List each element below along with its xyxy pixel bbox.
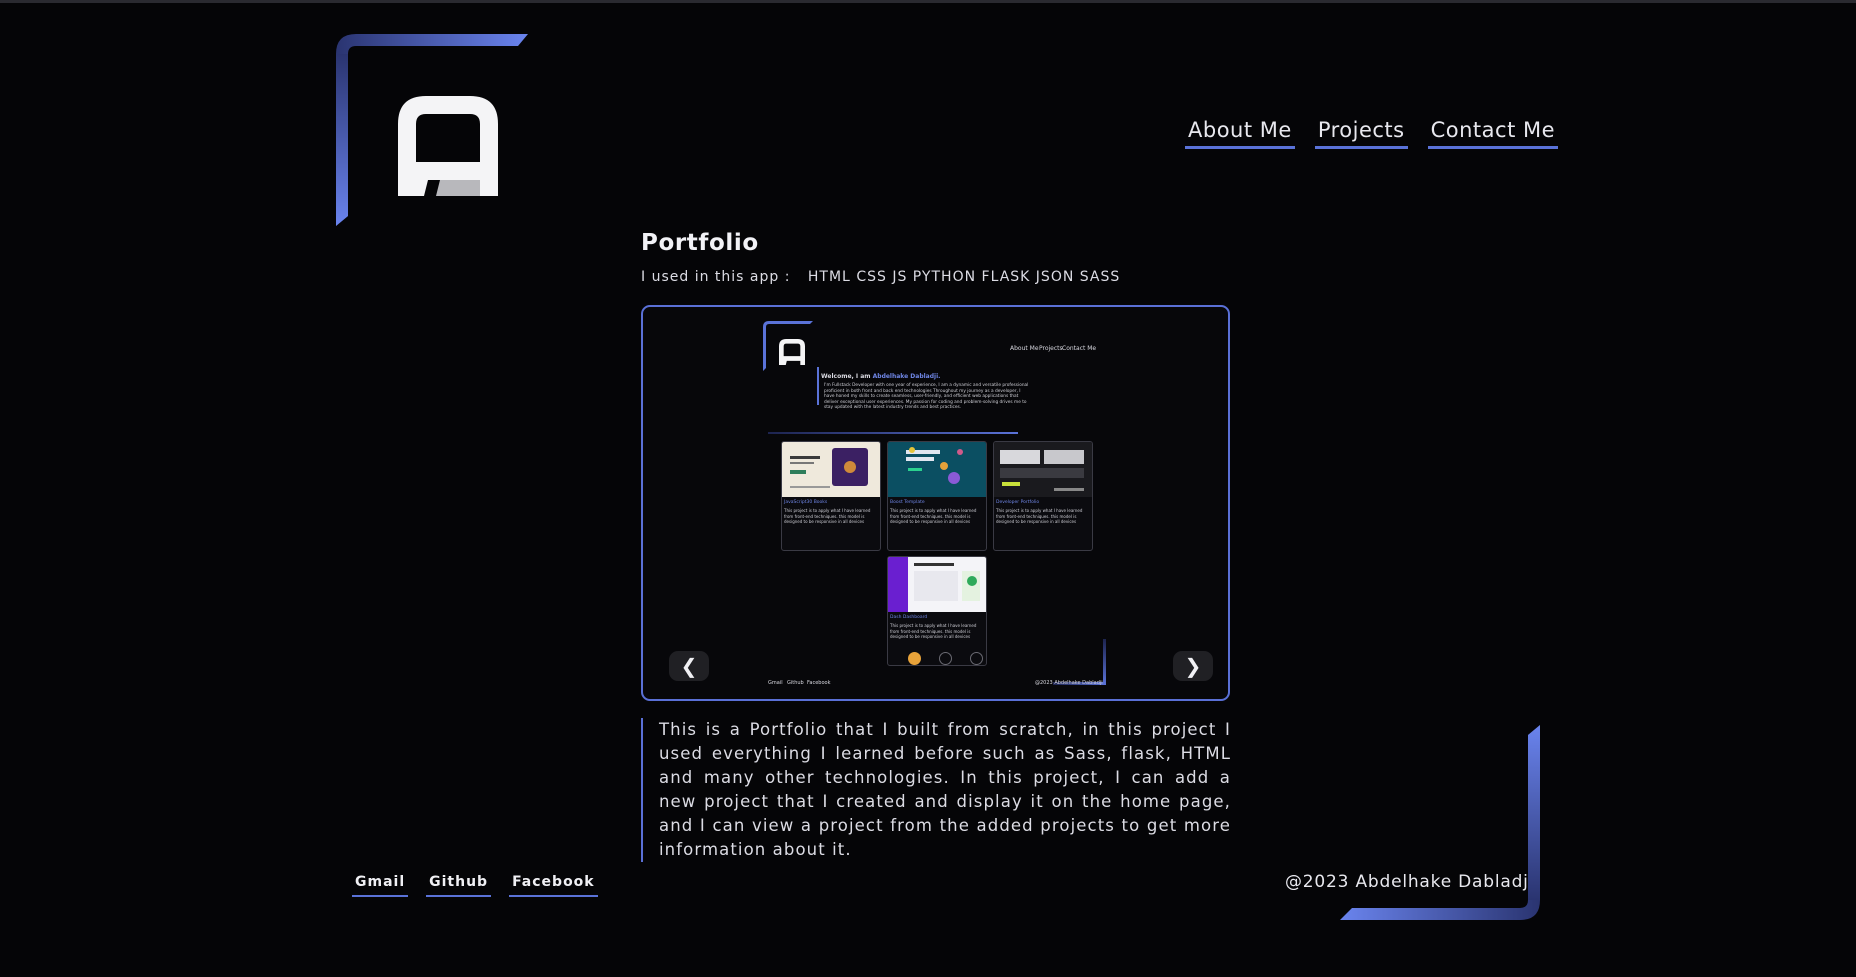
card-thumbnail <box>888 557 986 612</box>
nav-contact-me[interactable]: Contact Me <box>1427 118 1559 149</box>
tech-item: CSS <box>856 269 887 285</box>
card-title: Dash Dashboard <box>890 615 928 620</box>
preview-copyright: @2023 Abdelhake Dabladji <box>1035 680 1103 686</box>
carousel-dot[interactable] <box>970 652 983 665</box>
tech-item: SASS <box>1079 269 1121 285</box>
top-border <box>0 0 1856 3</box>
footer-facebook-link[interactable]: Facebook <box>509 874 598 897</box>
project-header: Portfolio I used in this app : HTML CSS … <box>641 230 1231 285</box>
preview-intro: I'm Fullstack Developer with one year of… <box>824 383 1029 411</box>
frame-corner-bottom-right <box>1340 725 1540 920</box>
tech-list: HTML CSS JS PYTHON FLASK JSON SASS <box>808 269 1120 285</box>
tech-item: JSON <box>1035 269 1075 285</box>
card-desc: This project is to apply what I have lea… <box>890 623 977 639</box>
preview-welcome-name: Abdelhake Dabladji. <box>872 373 941 380</box>
logo-icon[interactable] <box>398 96 498 196</box>
preview-footer-gmail: Gmail <box>768 680 783 686</box>
used-label: I used in this app : <box>641 269 791 285</box>
tech-line: I used in this app : HTML CSS JS PYTHON … <box>641 269 1231 285</box>
carousel-prev-button[interactable]: ❮ <box>669 651 709 681</box>
nav-projects[interactable]: Projects <box>1314 118 1408 149</box>
preview-welcome-prefix: Welcome, I am <box>821 373 871 380</box>
card-thumbnail <box>782 442 880 497</box>
card-desc: This project is to apply what I have lea… <box>890 508 977 524</box>
preview-project-card: Boost Template This project is to apply … <box>887 441 987 551</box>
tech-item: PYTHON <box>912 269 977 285</box>
preview-nav-projects: Projects <box>1039 345 1063 352</box>
card-title: Developer Portfolio <box>996 500 1040 505</box>
card-title: JavaScript30 Books <box>784 500 828 505</box>
card-thumbnail <box>994 442 1092 497</box>
card-desc: This project is to apply what I have lea… <box>784 508 871 524</box>
preview-logo-icon <box>779 339 805 365</box>
main-nav: About Me Projects Contact Me <box>1185 118 1559 149</box>
tech-item: JS <box>892 269 908 285</box>
preview-divider <box>768 432 1018 434</box>
tech-item: FLASK <box>981 269 1031 285</box>
preview-intro-bar <box>817 367 819 405</box>
project-screenshot-carousel[interactable]: About Me Projects Contact Me Welcome, I … <box>641 305 1230 701</box>
footer-gmail-link[interactable]: Gmail <box>352 874 409 897</box>
project-description: This is a Portfolio that I built from sc… <box>641 718 1231 862</box>
preview-welcome: Welcome, I am Abdelhake Dabladji. <box>821 373 940 380</box>
preview-project-card: Developer Portfolio This project is to a… <box>993 441 1093 551</box>
card-thumbnail <box>888 442 986 497</box>
preview-footer-facebook: Facebook <box>807 680 831 686</box>
carousel-dot-active[interactable] <box>908 652 921 665</box>
preview-frame-corner-bottom <box>1103 639 1106 685</box>
project-title: Portfolio <box>641 230 759 256</box>
footer-links: Gmail Github Facebook <box>352 874 598 897</box>
preview-nav-contact: Contact Me <box>1062 345 1097 352</box>
preview-footer-github: Github <box>787 680 804 686</box>
tech-item: HTML <box>807 269 851 285</box>
nav-about-me[interactable]: About Me <box>1185 118 1295 149</box>
preview-project-card: Dash Dashboard This project is to apply … <box>887 556 987 666</box>
footer-github-link[interactable]: Github <box>426 874 492 897</box>
card-title: Boost Template <box>890 500 925 505</box>
preview-project-card: JavaScript30 Books This project is to ap… <box>781 441 881 551</box>
card-desc: This project is to apply what I have lea… <box>996 508 1083 524</box>
preview-nav-about: About Me <box>1010 345 1039 352</box>
carousel-next-button[interactable]: ❯ <box>1173 651 1213 681</box>
carousel-dot[interactable] <box>939 652 952 665</box>
